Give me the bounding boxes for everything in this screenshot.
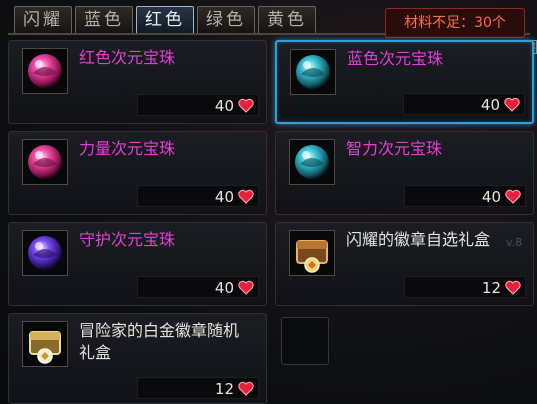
item-card-platinum-box[interactable]: 冒险家的白金徽章随机 礼盒 12 [8, 313, 267, 404]
shop-window: 闪耀 蓝色 红色 绿色 黄色 材料不足：30个 × 红色次元宝珠 40 蓝色次元… [0, 0, 537, 404]
item-card-badge-box[interactable]: 闪耀的徽章自选礼盒 12 [275, 222, 534, 306]
item-name: 闪耀的徽章自选礼盒 [346, 230, 491, 249]
item-name: 守护次元宝珠 [79, 230, 176, 249]
item-card-intellect-orb[interactable]: 智力次元宝珠 40 [275, 131, 534, 215]
platinum-box-icon [22, 321, 68, 367]
heart-icon [505, 280, 521, 295]
cost-bar: 40 [137, 276, 259, 298]
cost-bar: 12 [404, 276, 526, 298]
tab-green[interactable]: 绿色 [197, 6, 255, 33]
item-name: 力量次元宝珠 [79, 139, 176, 158]
cost-value: 40 [214, 97, 234, 115]
heart-icon [238, 280, 254, 295]
cost-value: 40 [214, 188, 234, 206]
tab-yellow[interactable]: 黄色 [258, 6, 316, 33]
item-grid: 红色次元宝珠 40 蓝色次元宝珠 40 力量次元宝珠 40 智力次元宝珠 40 … [8, 40, 534, 404]
tab-shine[interactable]: 闪耀 [14, 6, 72, 33]
heart-icon [238, 381, 254, 396]
heart-icon [505, 189, 521, 204]
tab-blue[interactable]: 蓝色 [75, 6, 133, 33]
side-version-text: v.8 [506, 236, 523, 249]
cost-bar: 40 [403, 93, 525, 115]
heart-icon [238, 98, 254, 113]
blue-orb-icon [289, 139, 335, 185]
cost-value: 40 [214, 279, 234, 297]
item-card-blue-orb[interactable]: 蓝色次元宝珠 40 [275, 40, 534, 124]
blue-orb-icon [290, 49, 336, 95]
item-card-guard-orb[interactable]: 守护次元宝珠 40 [8, 222, 267, 306]
red-orb-icon [22, 139, 68, 185]
cost-bar: 40 [137, 185, 259, 207]
cost-bar: 40 [404, 185, 526, 207]
tab-red[interactable]: 红色 [136, 6, 194, 33]
material-shortage-badge: 材料不足：30个 [385, 8, 525, 38]
cost-value: 12 [214, 380, 234, 398]
cost-value: 40 [480, 96, 500, 114]
item-card-strength-orb[interactable]: 力量次元宝珠 40 [8, 131, 267, 215]
purple-orb-icon [22, 230, 68, 276]
cost-value: 40 [481, 188, 501, 206]
red-orb-icon [22, 48, 68, 94]
item-name: 红色次元宝珠 [79, 48, 176, 67]
color-tabs: 闪耀 蓝色 红色 绿色 黄色 [14, 6, 316, 34]
heart-icon [238, 189, 254, 204]
heart-icon [504, 97, 520, 112]
item-name: 智力次元宝珠 [346, 139, 443, 158]
badge-box-icon [289, 230, 335, 276]
cost-value: 12 [481, 279, 501, 297]
cost-bar: 12 [137, 377, 259, 399]
cost-bar: 40 [137, 94, 259, 116]
empty-item-slot [281, 317, 329, 365]
item-card-red-orb[interactable]: 红色次元宝珠 40 [8, 40, 267, 124]
item-name: 冒险家的白金徽章随机 礼盒 [79, 321, 240, 362]
item-name: 蓝色次元宝珠 [347, 49, 444, 68]
